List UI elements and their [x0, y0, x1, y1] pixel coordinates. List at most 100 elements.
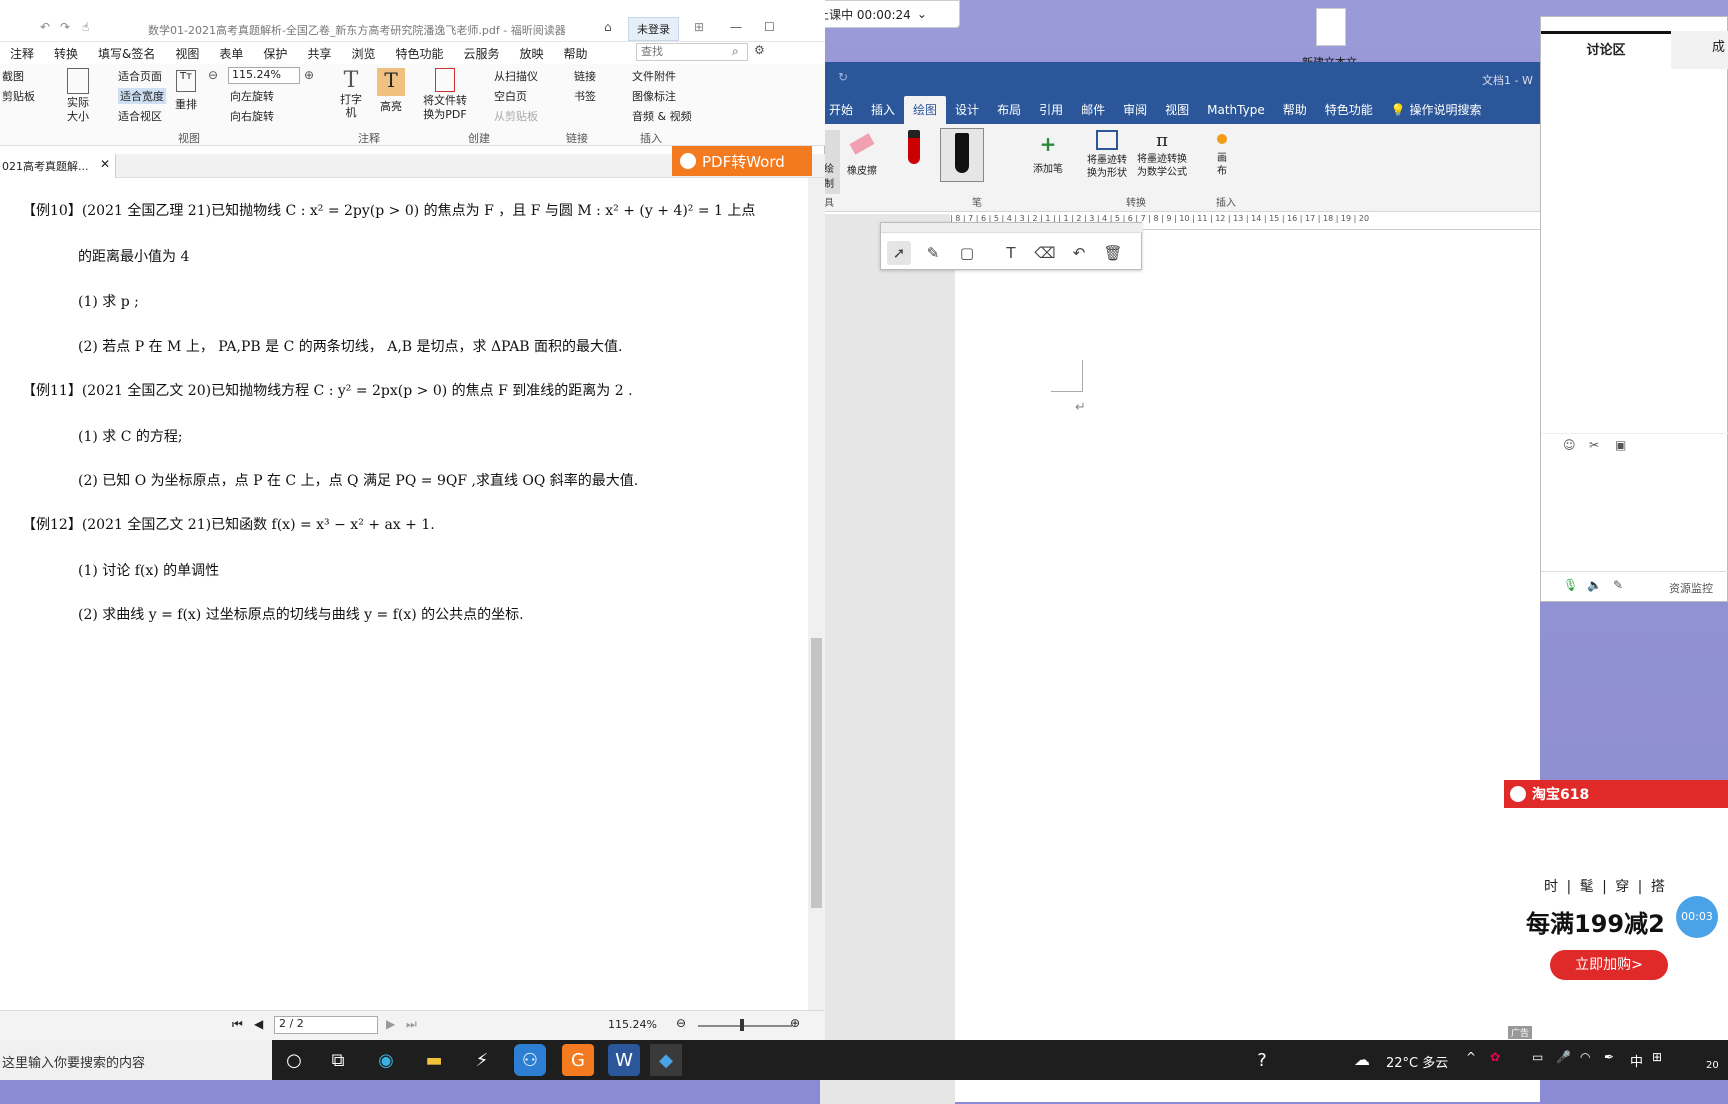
app-icon[interactable]: ⚡ — [466, 1044, 498, 1076]
bookmark-button[interactable]: 书签 — [574, 88, 596, 104]
prev-page-icon[interactable]: ◀ — [254, 1017, 263, 1031]
page-number-field[interactable]: 2 / 2 — [274, 1016, 378, 1034]
tray-chevron-icon[interactable]: ^ — [1466, 1050, 1476, 1064]
screenshot-button[interactable]: 截图 — [2, 68, 24, 84]
black-pen-button[interactable] — [940, 128, 984, 182]
emoji-icon[interactable]: ☺ — [1563, 438, 1576, 452]
rectangle-icon[interactable]: ▢ — [955, 241, 979, 265]
last-page-icon[interactable]: ⏭ — [406, 1017, 417, 1032]
ink-to-math-button[interactable]: π 将墨迹转换为数学公式 — [1134, 130, 1190, 179]
menu-help[interactable]: 帮助 — [554, 45, 598, 62]
ime-indicator[interactable]: 中 — [1630, 1051, 1643, 1070]
typewriter-button[interactable]: T 打字机 — [336, 68, 366, 119]
menu-view[interactable]: 视图 — [165, 45, 209, 62]
tab-help[interactable]: 帮助 — [1274, 96, 1316, 124]
tab-layout[interactable]: 布局 — [988, 96, 1030, 124]
from-clipboard-button[interactable]: 从剪贴板 — [494, 108, 538, 124]
resource-monitor-button[interactable]: 资源监控 — [1669, 580, 1713, 596]
zoom-out-icon[interactable]: ⊖ — [676, 1016, 686, 1030]
zoom-field[interactable]: 115.24% — [228, 67, 300, 84]
tab-review[interactable]: 审阅 — [1114, 96, 1156, 124]
menu-fill-sign[interactable]: 填写&签名 — [88, 45, 165, 62]
next-page-icon[interactable]: ▶ — [386, 1017, 395, 1031]
hand-tool-icon[interactable]: ☝ — [82, 20, 89, 34]
canvas-button[interactable]: 画布 — [1208, 134, 1236, 178]
rotate-right-button[interactable]: 向右旋转 — [230, 108, 274, 124]
menu-annotate[interactable]: 注释 — [0, 45, 44, 62]
image-icon[interactable]: ▣ — [1615, 438, 1626, 452]
speaker-icon[interactable]: 🔈 — [1587, 578, 1602, 592]
classroom-icon[interactable]: ◆ — [650, 1044, 682, 1076]
desktop-file-icon[interactable] — [1316, 8, 1346, 46]
reflow-button[interactable]: Tт 重排 — [172, 70, 200, 112]
tab-view[interactable]: 视图 — [1156, 96, 1198, 124]
battery-icon[interactable]: ▭ — [1532, 1050, 1543, 1064]
highlight-button[interactable]: T 高亮 — [374, 68, 408, 114]
help-icon[interactable]: ? — [1246, 1044, 1278, 1076]
ink-toolbar-header[interactable] — [881, 223, 1143, 233]
menu-protect[interactable]: 保护 — [253, 45, 297, 62]
trash-icon[interactable]: 🗑 — [1101, 241, 1125, 265]
zoom-in-icon[interactable]: ⊕ — [304, 68, 314, 82]
image-annot-button[interactable]: 图像标注 — [632, 88, 676, 104]
chevron-down-icon[interactable]: ⌄ — [917, 7, 927, 21]
audio-video-button[interactable]: 音频 & 视频 — [632, 108, 692, 124]
document-tab[interactable]: 021高考真题解... ✕ — [0, 154, 116, 178]
redo-icon[interactable]: ↷ — [60, 20, 70, 34]
draw-button[interactable]: 绘制 — [824, 130, 840, 194]
tab-mathtype[interactable]: MathType — [1198, 96, 1274, 124]
login-button[interactable]: 未登录 — [628, 17, 679, 41]
home-icon[interactable]: ⌂ — [604, 20, 612, 34]
menu-convert[interactable]: 转换 — [44, 45, 88, 62]
wifi-icon[interactable]: ◠ — [1580, 1050, 1590, 1064]
refresh-icon[interactable]: ↻ — [838, 70, 848, 84]
weather-text[interactable]: 22°C 多云 — [1386, 1052, 1448, 1071]
gear-icon[interactable]: ⚙ — [754, 43, 765, 57]
scrollbar-thumb[interactable] — [811, 638, 822, 908]
from-scanner-button[interactable]: 从扫描仪 — [494, 68, 538, 84]
tab-insert[interactable]: 插入 — [862, 96, 904, 124]
actual-size-button[interactable]: 实际大小 — [62, 68, 94, 124]
task-view-icon[interactable]: ⧉ — [322, 1044, 354, 1076]
menu-browse[interactable]: 浏览 — [341, 45, 385, 62]
red-pen-button[interactable] — [902, 130, 926, 180]
tell-me-search[interactable]: 💡 操作说明搜索 — [1382, 96, 1491, 124]
meeting-app-icon[interactable]: ⚇ — [514, 1044, 546, 1076]
text-icon[interactable]: T — [999, 241, 1023, 265]
pdf-to-word-button[interactable]: PDF转Word — [672, 146, 812, 176]
first-page-icon[interactable]: ⏮ — [232, 1017, 243, 1032]
mic-tray-icon[interactable]: 🎤 — [1556, 1050, 1571, 1064]
document-page[interactable]: ↵ — [955, 230, 1540, 1102]
clipboard-button[interactable]: 剪贴板 — [2, 88, 35, 104]
tray-app-icon[interactable]: ✿ — [1490, 1050, 1500, 1064]
pen-tray-icon[interactable]: ✒ — [1604, 1050, 1614, 1064]
undo-icon[interactable]: ↶ — [40, 20, 50, 34]
undo-icon[interactable]: ↶ — [1067, 241, 1091, 265]
pdf-page-content[interactable]: 【例10】(2021 全国乙理 21)已知抛物线 C : x² = 2py(p … — [0, 178, 808, 1010]
cortana-icon[interactable]: ○ — [278, 1044, 310, 1076]
fit-width-button[interactable]: 适合宽度 — [118, 88, 166, 104]
file-explorer-icon[interactable]: ▬ — [418, 1044, 450, 1076]
word-icon[interactable]: W — [608, 1044, 640, 1076]
maximize-icon[interactable]: ☐ — [764, 20, 775, 34]
tab-features[interactable]: 特色功能 — [1316, 96, 1382, 124]
add-pen-button[interactable]: + 添加笔 — [1028, 132, 1068, 175]
tab-design[interactable]: 设计 — [946, 96, 988, 124]
select-icon[interactable]: ➚ — [887, 241, 911, 265]
zoom-in-icon[interactable]: ⊕ — [790, 1016, 800, 1030]
blank-page-button[interactable]: 空白页 — [494, 88, 527, 104]
fit-view-button[interactable]: 适合视区 — [118, 108, 162, 124]
rotate-left-button[interactable]: 向左旋转 — [230, 88, 274, 104]
file-attach-button[interactable]: 文件附件 — [632, 68, 676, 84]
search-icon[interactable]: ⌕ — [732, 44, 739, 59]
foxit-icon[interactable]: G — [562, 1044, 594, 1076]
zoom-slider-thumb[interactable] — [740, 1019, 744, 1031]
menu-features[interactable]: 特色功能 — [385, 45, 453, 62]
link-button[interactable]: 链接 — [574, 68, 596, 84]
close-icon[interactable]: ✕ — [100, 157, 110, 171]
eraser-tool-icon[interactable]: ⌫ — [1033, 241, 1057, 265]
menu-form[interactable]: 表单 — [209, 45, 253, 62]
discussion-tab2[interactable]: 成 — [1671, 31, 1728, 69]
tab-references[interactable]: 引用 — [1030, 96, 1072, 124]
pen-icon[interactable]: ✎ — [921, 241, 945, 265]
